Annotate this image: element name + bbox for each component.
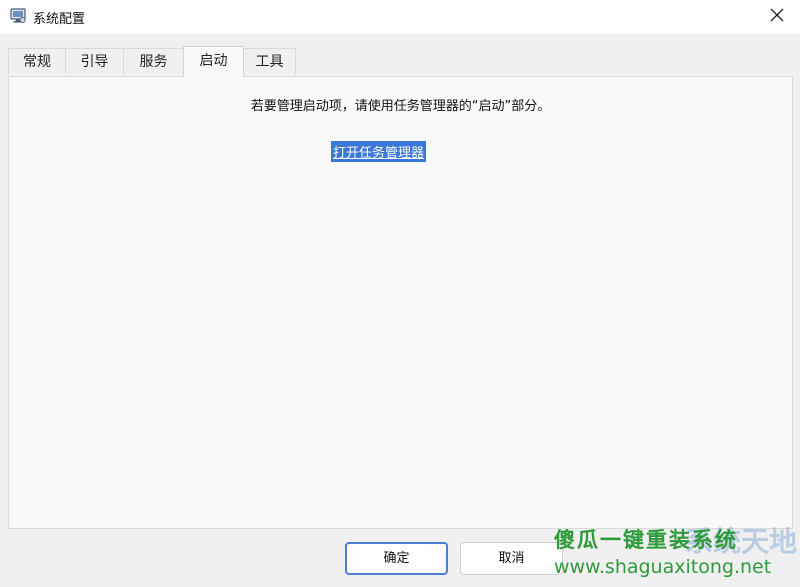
system-config-icon bbox=[9, 7, 27, 25]
tab-boot[interactable]: 引导 bbox=[65, 48, 124, 74]
tab-tools[interactable]: 工具 bbox=[243, 48, 296, 74]
tab-startup[interactable]: 启动 bbox=[183, 46, 244, 77]
window-title: 系统配置 bbox=[33, 12, 86, 27]
startup-panel: 若要管理启动项，请使用任务管理器的“启动”部分。 打开任务管理器 bbox=[8, 76, 793, 529]
open-task-manager-link[interactable]: 打开任务管理器 bbox=[331, 141, 427, 162]
watermark-title: 傻瓜一键重装系统 bbox=[554, 528, 738, 552]
tab-general[interactable]: 常规 bbox=[8, 48, 66, 74]
ok-button[interactable]: 确定 bbox=[345, 542, 448, 575]
watermark: 系统天地 傻瓜一键重装系统 www.shaguaxitong.net bbox=[540, 520, 800, 587]
tab-services[interactable]: 服务 bbox=[123, 48, 184, 74]
title-bar: 系统配置 bbox=[0, 0, 800, 34]
watermark-url: www.shaguaxitong.net bbox=[554, 556, 772, 578]
close-icon bbox=[770, 8, 784, 26]
startup-info-text: 若要管理启动项，请使用任务管理器的“启动”部分。 bbox=[250, 99, 551, 114]
close-button[interactable] bbox=[754, 0, 800, 34]
